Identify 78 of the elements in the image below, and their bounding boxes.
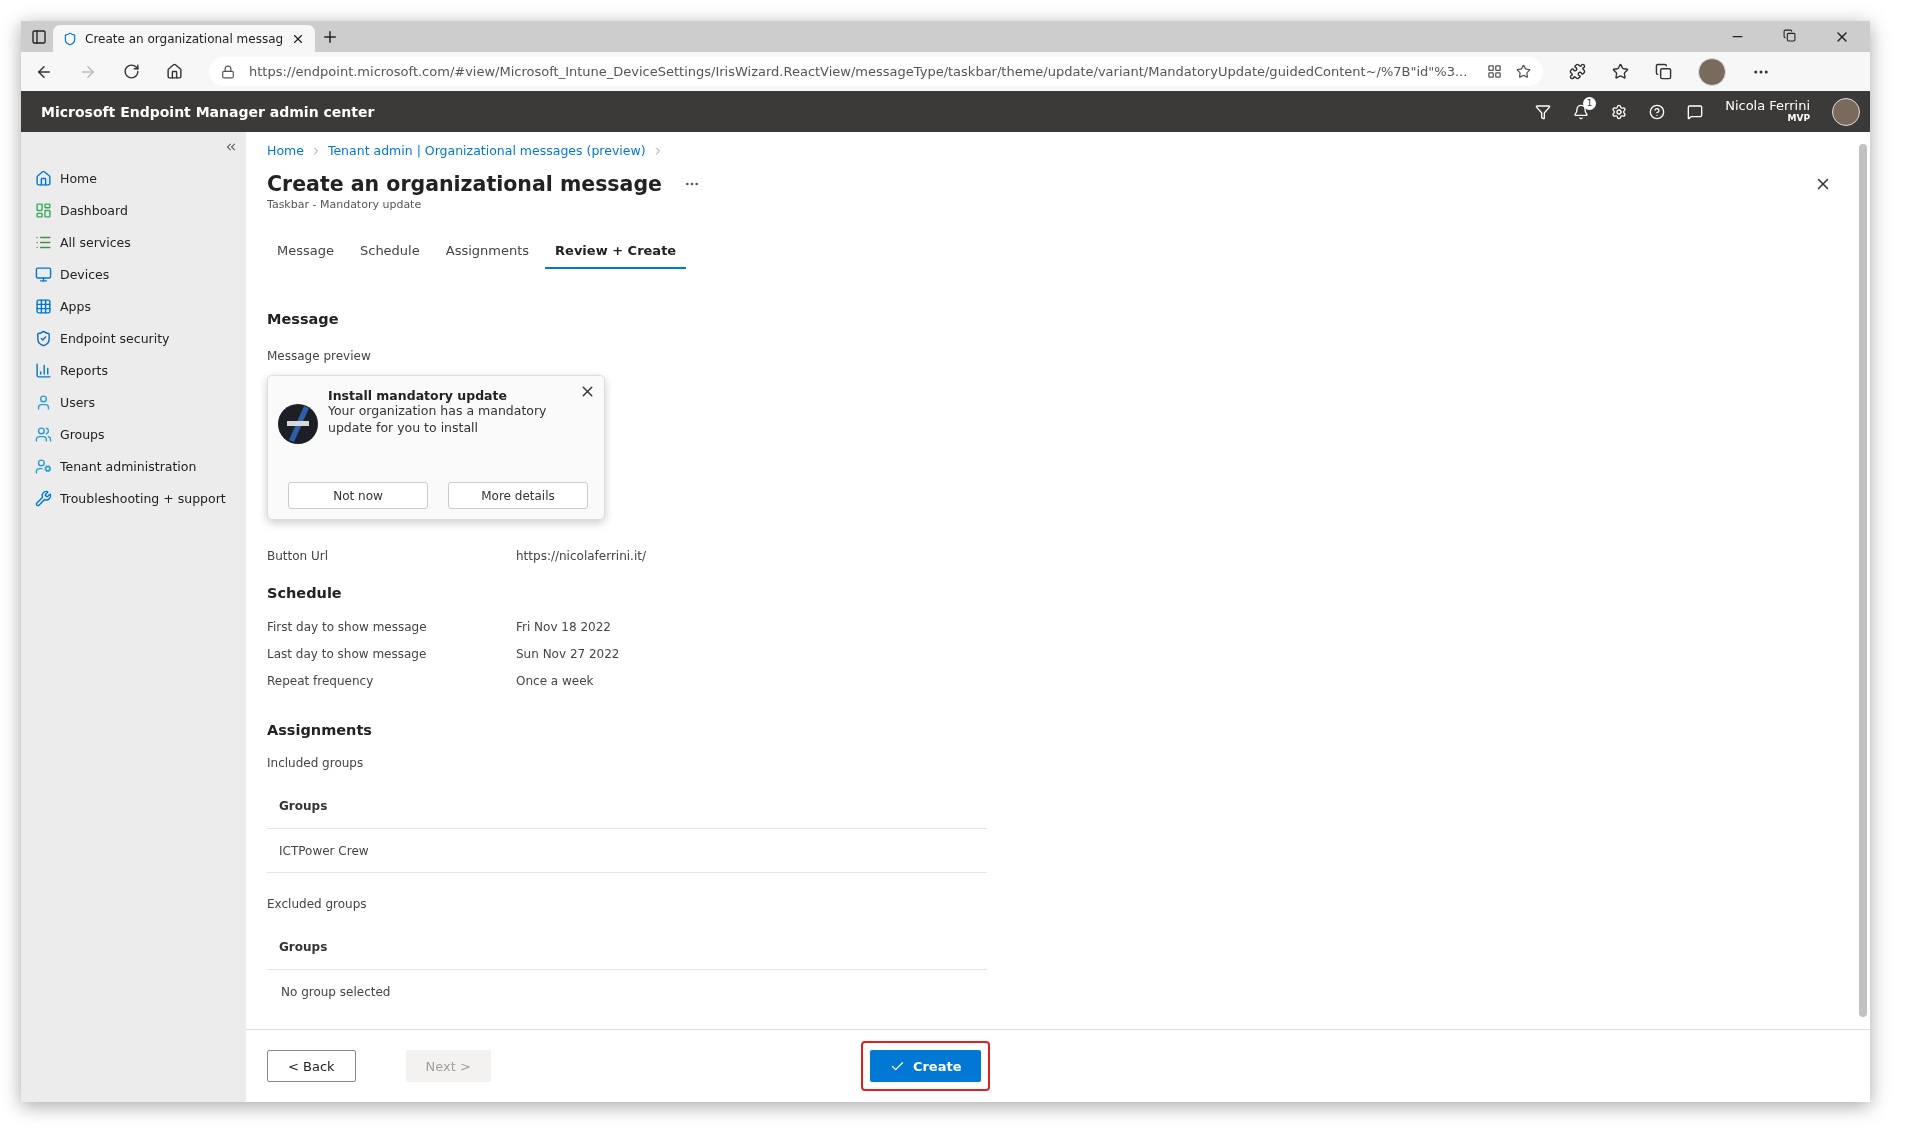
sidebar-item[interactable]: Tenant administration — [60, 458, 197, 474]
dashboard-icon — [35, 201, 52, 219]
home-icon — [35, 169, 52, 187]
field-value: Sun Nov 27 2022 — [516, 646, 621, 661]
notification-count: 1 — [1583, 96, 1597, 110]
profile-avatar[interactable] — [1698, 57, 1726, 86]
sidebar-item[interactable]: Endpoint security — [60, 330, 170, 346]
sidebar-item[interactable]: Dashboard — [60, 202, 128, 218]
breadcrumb-link[interactable]: Home — [267, 143, 304, 158]
portal-title: Microsoft Endpoint Manager admin center — [41, 103, 375, 120]
tenant-icon — [35, 457, 52, 475]
security-icon — [35, 329, 52, 347]
sidebar-item[interactable]: Users — [60, 394, 95, 410]
sidebar-item[interactable]: Home — [60, 170, 97, 186]
field-value: https://nicolaferrini.it/ — [516, 548, 647, 563]
sidebar-item[interactable]: Reports — [60, 362, 108, 378]
collapse-icon[interactable] — [224, 140, 238, 154]
sidebar-item[interactable]: Troubleshooting + support — [60, 490, 226, 506]
apps-icon — [35, 297, 52, 315]
logo-icon — [278, 404, 318, 444]
user-name[interactable]: Nicola Ferrini — [1725, 99, 1810, 114]
preview-label: Message preview — [267, 349, 372, 363]
back-button[interactable]: < Back — [267, 1050, 356, 1082]
wizard-tab[interactable]: Message — [267, 237, 344, 269]
breadcrumb-link[interactable]: Tenant admin | Organizational messages (preview) — [327, 143, 646, 158]
section-heading: Schedule — [267, 585, 343, 601]
tab-actions-icon[interactable] — [31, 28, 47, 45]
preview-button[interactable]: Not now — [288, 482, 428, 509]
create-button[interactable]: Create — [869, 1050, 982, 1082]
wizard-tab[interactable]: Assignments — [435, 237, 540, 269]
users-icon — [35, 393, 52, 411]
page-subtitle: Taskbar - Mandatory update — [267, 198, 423, 211]
section-heading: Message — [267, 311, 340, 327]
restore-icon[interactable] — [1783, 28, 1796, 42]
help-icon[interactable] — [1649, 103, 1666, 120]
sidebar-item[interactable]: Groups — [60, 426, 105, 442]
user-title: MVP — [1787, 113, 1810, 124]
reports-icon — [35, 361, 52, 379]
filter-icon[interactable] — [1535, 103, 1552, 120]
favorites-icon[interactable] — [1612, 63, 1629, 80]
preview-body: Your organization has a mandatory update for you to install — [328, 403, 548, 437]
preview-button[interactable]: More details — [448, 482, 588, 509]
sidebar-item[interactable]: Apps — [60, 298, 91, 314]
sidebar-item[interactable]: All services — [60, 234, 131, 250]
field-label: Button Url — [267, 548, 330, 563]
table-cell-text: No group selected — [280, 983, 392, 1001]
address-bar[interactable]: https://endpoint.microsoft.com/#view/Microsoft_Intune_DeviceSettings/IrisWizard.ReactView/messageType/taskbar/theme/update/variant/MandatoryUpdate/guidedContent~/%7B"id"%3... — [209, 57, 1543, 86]
wizard-tab[interactable]: Schedule — [350, 237, 430, 269]
column-header: Groups — [267, 784, 987, 829]
group-label: Included groups — [267, 756, 365, 770]
browser-tab[interactable]: Create an organizational messag — [53, 25, 316, 52]
collections-icon[interactable] — [1655, 63, 1672, 80]
lock-icon — [221, 64, 235, 79]
grid-icon[interactable] — [1487, 64, 1502, 79]
field-label: Last day to show message — [267, 646, 428, 661]
home-icon[interactable] — [166, 63, 183, 80]
groups-icon — [35, 425, 52, 443]
preview-title: Install mandatory update — [328, 388, 508, 403]
group-label: Excluded groups — [267, 897, 368, 911]
sidebar-item[interactable]: Devices — [60, 266, 110, 282]
field-label: First day to show message — [267, 619, 428, 634]
field-value: Fri Nov 18 2022 — [516, 619, 612, 634]
tools-icon — [35, 489, 52, 507]
column-header: Groups — [267, 925, 987, 970]
tab-favicon-icon — [63, 31, 77, 46]
devices-icon — [35, 265, 52, 283]
user-avatar[interactable] — [1832, 97, 1860, 126]
field-label: Repeat frequency — [267, 673, 375, 688]
settings-icon[interactable] — [1611, 103, 1628, 120]
page-title: Create an organizational message — [267, 172, 662, 196]
table-cell: ICTPower Crew — [267, 829, 987, 873]
refresh-icon[interactable] — [123, 63, 140, 80]
extensions-icon[interactable] — [1569, 63, 1586, 80]
section-heading: Assignments — [267, 722, 373, 738]
wizard-tab[interactable]: Review + Create — [545, 237, 687, 269]
field-value: Once a week — [516, 673, 595, 688]
feedback-icon[interactable] — [1687, 103, 1704, 120]
favorite-icon[interactable] — [1516, 64, 1531, 79]
